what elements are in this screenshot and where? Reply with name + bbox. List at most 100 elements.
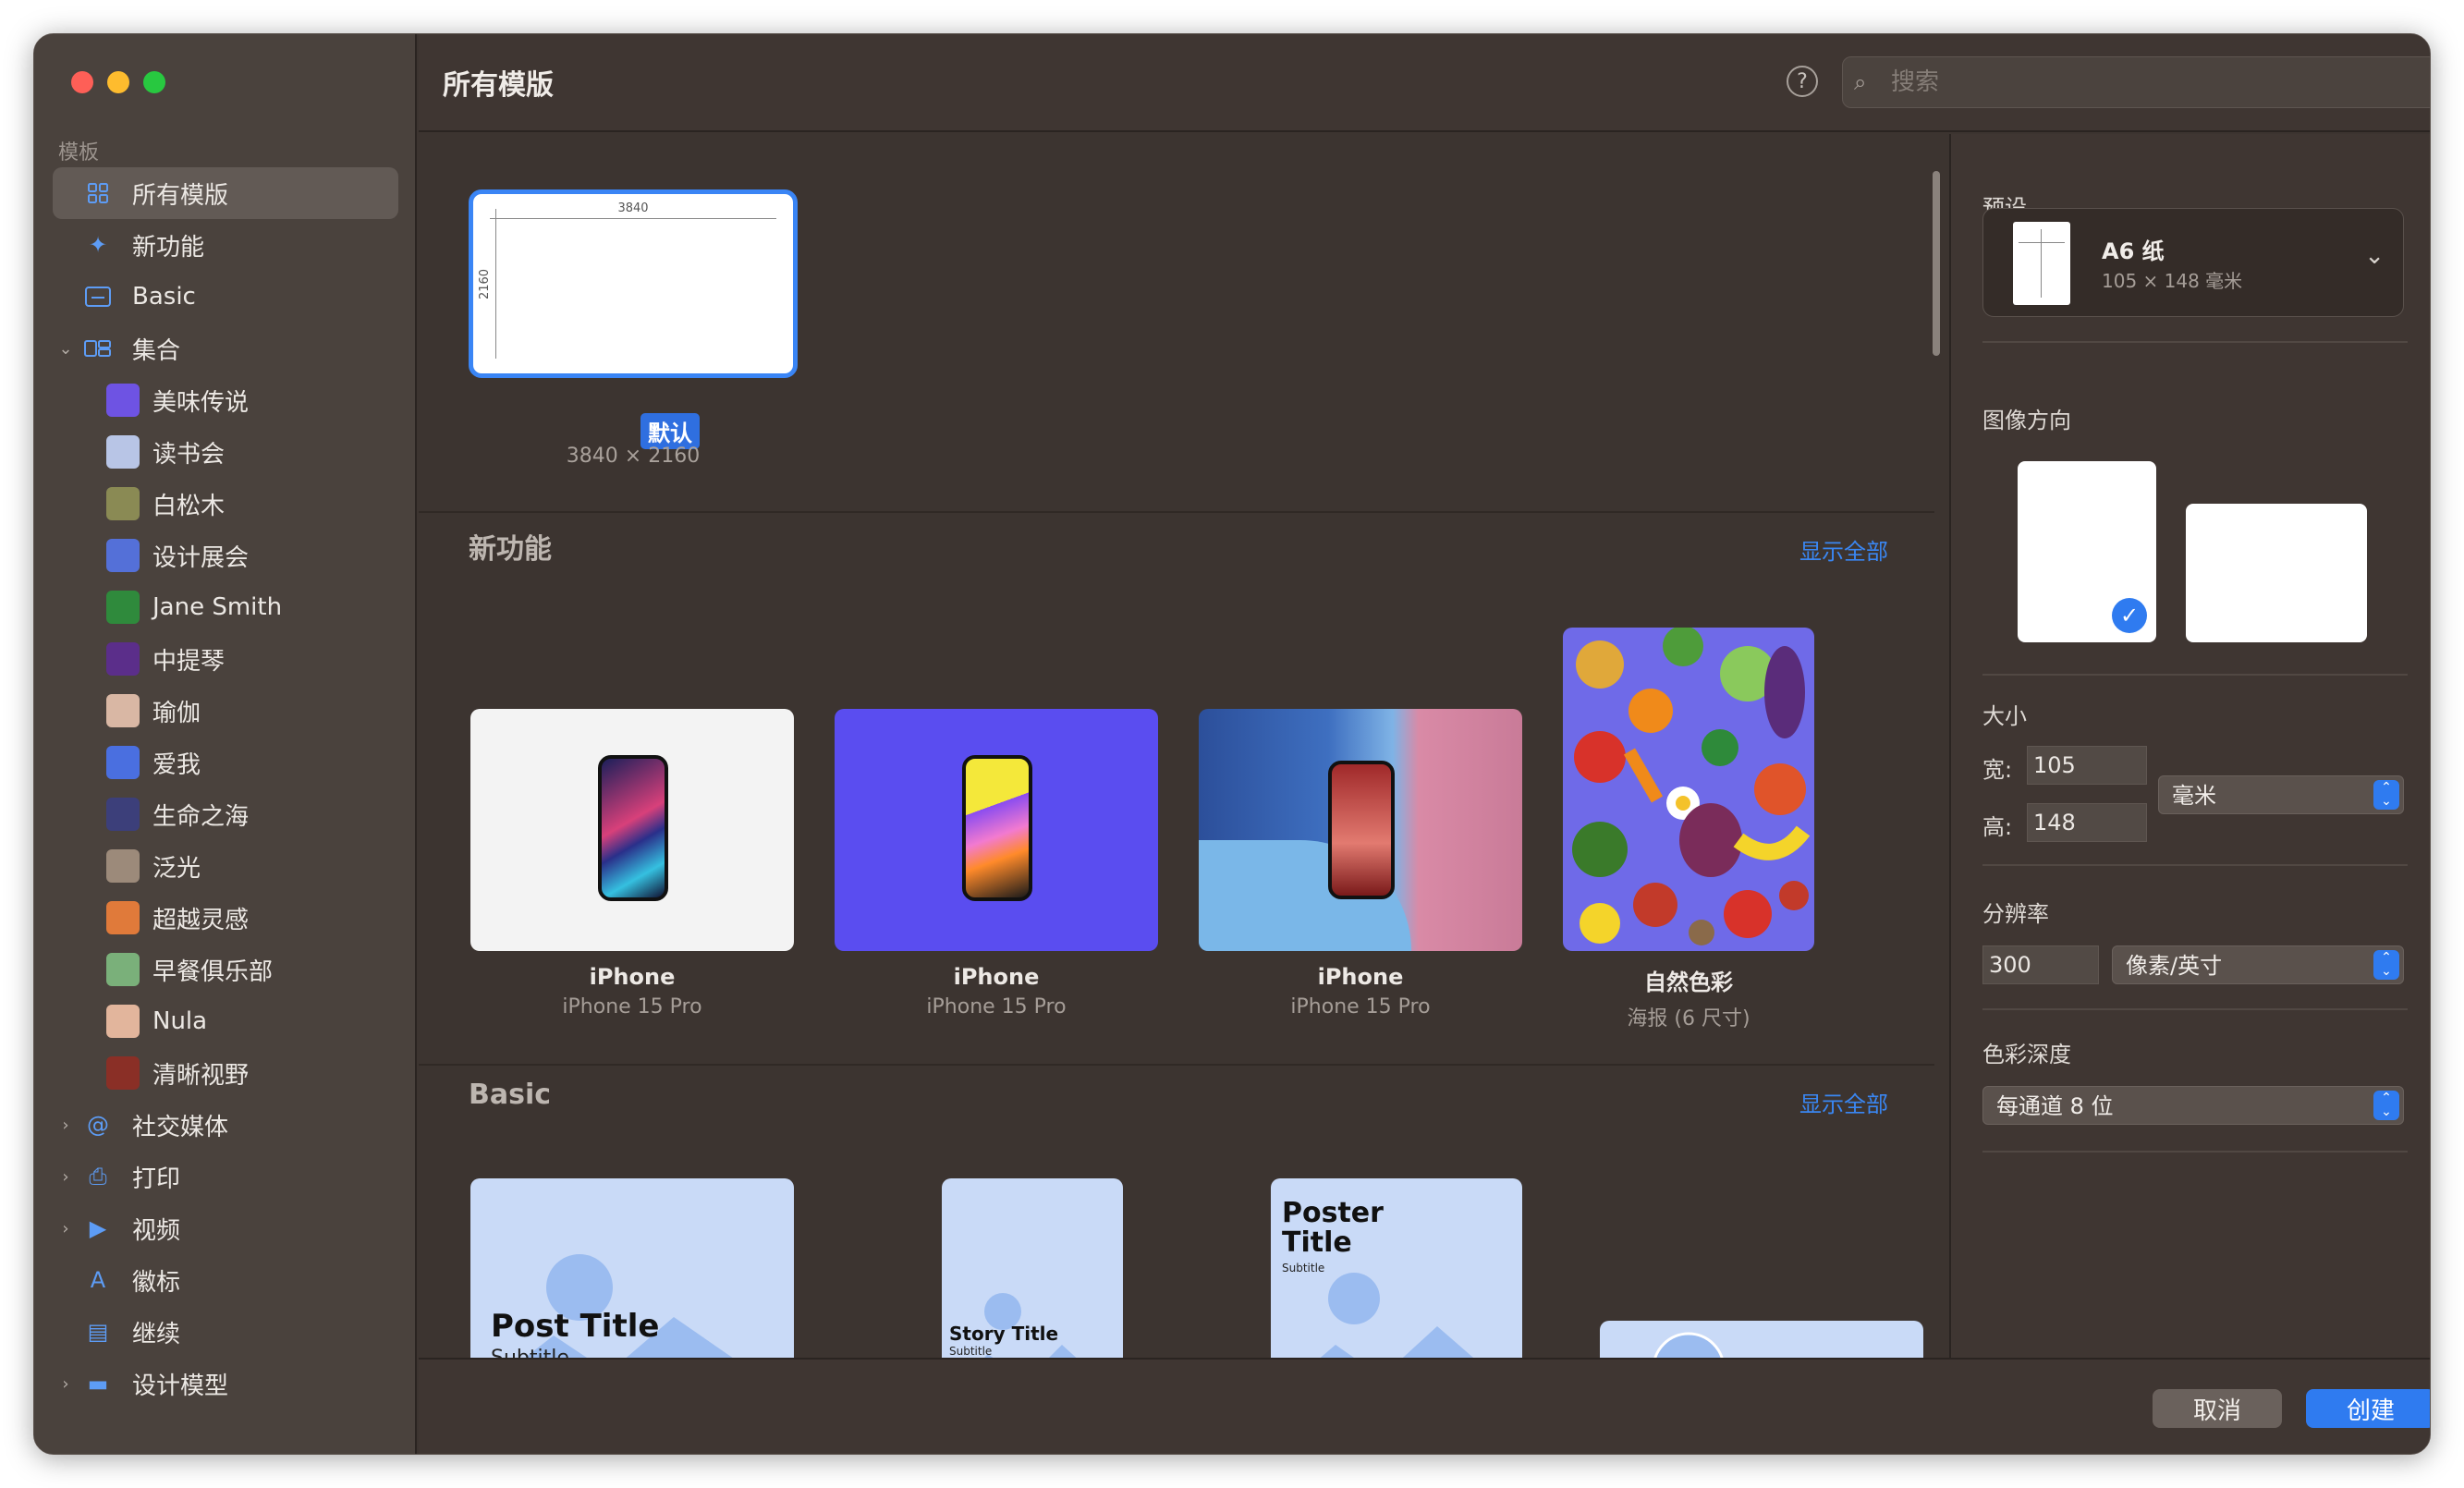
printer-icon: ⎙ xyxy=(89,1164,107,1189)
sidebar-item-basic[interactable]: Basic xyxy=(53,271,398,323)
template-natural-colors[interactable]: 自然色彩 海报 (6 尺寸) xyxy=(1563,628,1814,1031)
sidebar-list: 所有模版 ✦ 新功能 Basic ⌄ 集合 美味传说 读书会 白松木 设计展会 Jane… xyxy=(53,167,398,1409)
chevron-down-icon[interactable]: ⌄ xyxy=(58,339,73,359)
sidebar-item-label: 生命之海 xyxy=(152,802,250,831)
collection-thumbnail xyxy=(106,953,140,986)
minimize-window-button[interactable] xyxy=(107,71,129,93)
sidebar-item-label: Jane Smith xyxy=(152,593,283,621)
sidebar-item-collection[interactable]: 中提琴 xyxy=(53,633,398,685)
chevron-right-icon[interactable]: › xyxy=(58,1219,73,1238)
close-window-button[interactable] xyxy=(71,71,93,93)
sidebar-item-4[interactable]: ▤ 继续 xyxy=(53,1306,398,1358)
sparkles-icon: ✦ xyxy=(88,232,108,258)
height-field[interactable]: 148 xyxy=(2027,803,2147,842)
sidebar-item-collection[interactable]: 瑜伽 xyxy=(53,685,398,737)
resolution-field[interactable]: 300 xyxy=(1982,945,2099,984)
width-label: 宽: xyxy=(1982,757,2013,783)
poster-subtitle: Subtitle xyxy=(491,1347,569,1358)
sidebar-item-collection[interactable]: 清晰视野 xyxy=(53,1047,398,1099)
poster-subtitle: Subtitle xyxy=(1282,1262,1325,1275)
placeholder-art xyxy=(1653,1332,1724,1358)
section-divider xyxy=(419,1064,1934,1066)
sidebar-item-collection[interactable]: 美味传说 xyxy=(53,374,398,426)
sidebar-item-0[interactable]: › @ 社交媒体 xyxy=(53,1099,398,1151)
section-title-new: 新功能 xyxy=(469,533,552,566)
template-iphone-white[interactable]: iPhone iPhone 15 Pro xyxy=(470,709,794,1018)
cancel-button[interactable]: 取消 xyxy=(2153,1389,2282,1428)
search-field[interactable]: ⌕ xyxy=(1842,56,2430,108)
template-subtitle: iPhone 15 Pro xyxy=(1290,995,1431,1018)
sidebar-item-collection[interactable]: 泛光 xyxy=(53,840,398,892)
sidebar-item-collection[interactable]: 设计展会 xyxy=(53,530,398,581)
zoom-window-button[interactable] xyxy=(143,71,165,93)
sidebar-item-collection[interactable]: Nula xyxy=(53,995,398,1047)
template-thumbnail xyxy=(1563,628,1814,951)
template-landscape[interactable] xyxy=(1600,1321,1923,1358)
collection-thumbnail xyxy=(106,1005,140,1038)
template-post[interactable]: Post Title Subtitle xyxy=(470,1178,794,1358)
poster-title: Story Title xyxy=(949,1323,1059,1345)
collection-thumbnail xyxy=(106,384,140,417)
sidebar-item-label: 视频 xyxy=(132,1216,181,1245)
show-all-basic-link[interactable]: 显示全部 xyxy=(1799,1086,1888,1118)
sidebar-item-collection[interactable]: 白松木 xyxy=(53,478,398,530)
paper-icon xyxy=(2013,222,2070,305)
resolution-unit-value: 像素/英寸 xyxy=(2126,953,2223,979)
collection-thumbnail xyxy=(106,539,140,572)
resolution-unit-select[interactable]: 像素/英寸 ⌃ ⌄ xyxy=(2112,945,2404,984)
template-iphone-purple[interactable]: iPhone iPhone 15 Pro xyxy=(835,709,1158,1018)
sidebar-item-1[interactable]: › ⎙ 打印 xyxy=(53,1151,398,1202)
template-name: iPhone xyxy=(1317,964,1404,990)
vegetables-illustration xyxy=(1572,628,1811,945)
sidebar-item-label: 中提琴 xyxy=(152,647,226,676)
panel-divider xyxy=(1982,1008,2408,1010)
template-story[interactable]: Story Title Subtitle xyxy=(942,1178,1123,1358)
sidebar-item-collection[interactable]: 读书会 xyxy=(53,426,398,478)
width-dimension-line xyxy=(490,218,776,219)
sidebar-item-2[interactable]: › ▶ 视频 xyxy=(53,1202,398,1254)
sidebar-item-collection[interactable]: 超越灵感 xyxy=(53,892,398,944)
landscape-orientation-button[interactable] xyxy=(2186,504,2367,642)
create-button[interactable]: 创建 xyxy=(2306,1389,2430,1428)
page-title: 所有模版 xyxy=(443,69,554,102)
collection-icon xyxy=(82,335,114,362)
chevron-right-icon[interactable]: › xyxy=(58,1167,73,1187)
preset-selector[interactable]: A6 纸 105 × 148 毫米 ⌄ xyxy=(1982,208,2404,317)
template-iphone-blue-pink[interactable]: iPhone iPhone 15 Pro xyxy=(1199,709,1522,1018)
sidebar-item-new-features[interactable]: ✦ 新功能 xyxy=(53,219,398,271)
poster-subtitle: Subtitle xyxy=(949,1345,993,1358)
sidebar-item-label: 爱我 xyxy=(152,750,201,779)
sidebar-item-collection[interactable]: Jane Smith xyxy=(53,581,398,633)
collection-thumbnail xyxy=(106,642,140,676)
sidebar-item-collection[interactable]: 爱我 xyxy=(53,737,398,788)
sidebar-item-collection[interactable]: 生命之海 xyxy=(53,788,398,840)
chevron-right-icon[interactable]: › xyxy=(58,1374,73,1394)
default-template-preview: 3840 2160 xyxy=(478,200,787,368)
show-all-new-link[interactable]: 显示全部 xyxy=(1799,533,1888,566)
panel-divider xyxy=(1982,864,2408,866)
help-button[interactable]: ? xyxy=(1787,66,1818,97)
updown-chevron-icon: ⌃ ⌄ xyxy=(2373,1091,2399,1120)
portrait-orientation-button[interactable]: ✓ xyxy=(2018,461,2156,642)
chevron-right-icon[interactable]: › xyxy=(58,1116,73,1135)
sidebar-item-label: 清晰视野 xyxy=(152,1061,250,1090)
width-field[interactable]: 105 xyxy=(2027,746,2147,785)
template-poster[interactable]: Poster Title Subtitle xyxy=(1271,1178,1522,1358)
vertical-scrollbar[interactable] xyxy=(1933,171,1940,356)
unit-select[interactable]: 毫米 ⌃ ⌄ xyxy=(2158,775,2404,814)
sidebar-item-5[interactable]: › ▬ 设计模型 xyxy=(53,1358,398,1409)
sidebar-item-all-templates[interactable]: 所有模版 xyxy=(53,167,398,219)
sidebar-item-collections[interactable]: ⌄ 集合 xyxy=(53,323,398,374)
poster-title: Poster Title xyxy=(1282,1197,1384,1259)
search-input[interactable] xyxy=(1891,68,2409,96)
panel-divider xyxy=(1982,341,2408,343)
letter-a-icon: A xyxy=(90,1267,106,1293)
color-depth-select[interactable]: 每通道 8 位 ⌃ ⌄ xyxy=(1982,1086,2404,1125)
sidebar: 模板 所有模版 ✦ 新功能 Basic ⌄ 集合 美味传说 读书会 白松木 设计… xyxy=(34,34,417,1454)
sidebar-item-label: 设计模型 xyxy=(132,1372,229,1400)
sidebar-item-collection[interactable]: 早餐俱乐部 xyxy=(53,944,398,995)
sidebar-item-3[interactable]: A 徽标 xyxy=(53,1254,398,1306)
template-subtitle: iPhone 15 Pro xyxy=(926,995,1067,1018)
default-template-card[interactable]: 3840 2160 xyxy=(469,189,798,378)
template-name: iPhone xyxy=(589,964,676,990)
